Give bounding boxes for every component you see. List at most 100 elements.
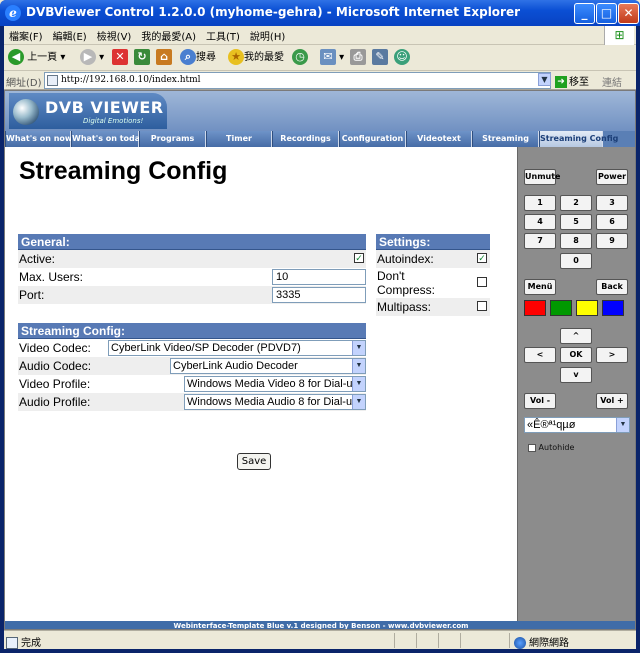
digit-4-button[interactable]: 4 — [524, 214, 556, 230]
menu-edit[interactable]: 編輯(E) — [48, 26, 92, 45]
maximize-button[interactable]: □ — [596, 3, 617, 24]
red-button[interactable] — [524, 300, 546, 316]
streaming-config-heading: Streaming Config: — [18, 323, 366, 339]
left-button[interactable]: < — [524, 347, 556, 363]
max-users-input[interactable]: 10 — [272, 269, 366, 285]
status-divider — [509, 633, 510, 648]
title-bar: e DVBViewer Control 1.2.0.0 (myhome-gehr… — [0, 0, 640, 26]
minimize-button[interactable]: _ — [574, 3, 595, 24]
blue-button[interactable] — [602, 300, 624, 316]
tab-streaming[interactable]: Streaming — [472, 131, 539, 147]
star-icon: ★ — [228, 49, 244, 65]
video-profile-label: Video Profile: — [19, 377, 91, 391]
menu-file[interactable]: 檔案(F) — [4, 26, 48, 45]
menu-help[interactable]: 說明(H) — [245, 26, 290, 45]
search-icon: ⌕ — [180, 49, 196, 65]
autohide-checkbox[interactable] — [528, 443, 536, 452]
zone-label: 網際網路 — [529, 638, 569, 649]
address-bar: 網址(D) http://192.168.0.10/index.html ▼ ➜… — [4, 71, 636, 90]
back-button[interactable]: ◀ 上一頁 ▾ — [8, 48, 65, 68]
home-icon: ⌂ — [156, 49, 172, 65]
video-profile-select[interactable]: Windows Media Video 8 for Dial-u ▼ — [184, 376, 366, 392]
address-dropdown-icon[interactable]: ▼ — [538, 73, 551, 86]
tab-programs[interactable]: Programs — [139, 131, 206, 147]
go-button[interactable]: ➜ 移至 — [555, 73, 589, 88]
address-input[interactable]: http://192.168.0.10/index.html — [44, 72, 551, 89]
chevron-down-icon: ▼ — [352, 377, 365, 391]
stop-button[interactable]: ✕ — [112, 48, 128, 68]
digit-7-button[interactable]: 7 — [524, 233, 556, 249]
status-divider — [438, 633, 439, 648]
edit-button[interactable]: ✎ — [372, 48, 388, 68]
digit-9-button[interactable]: 9 — [596, 233, 628, 249]
digit-1-button[interactable]: 1 — [524, 195, 556, 211]
tab-videotext[interactable]: Videotext — [406, 131, 472, 147]
green-button[interactable] — [550, 300, 572, 316]
tab-recordings[interactable]: Recordings — [272, 131, 339, 147]
address-label: 網址(D) — [6, 78, 42, 89]
address-url: http://192.168.0.10/index.html — [61, 75, 201, 85]
autoindex-row: Autoindex: ✓ — [376, 250, 490, 268]
menu-view[interactable]: 檢視(V) — [92, 26, 137, 45]
tab-streaming-config[interactable]: Streaming Config — [539, 131, 618, 147]
messenger-button[interactable]: ☺ — [394, 48, 410, 68]
tab-whats-on-today[interactable]: What's on today? — [71, 131, 150, 147]
menu-tools[interactable]: 工具(T) — [201, 26, 245, 45]
menu-button[interactable]: Menü — [524, 279, 556, 295]
power-button[interactable]: Power — [596, 169, 628, 185]
general-heading: General: — [18, 234, 366, 250]
links-button[interactable]: 連結 — [602, 74, 622, 89]
autohide-label: Autohide — [538, 443, 575, 452]
refresh-button[interactable]: ↻ — [134, 48, 150, 68]
tab-configuration[interactable]: Configuration — [339, 131, 406, 147]
search-label: 搜尋 — [196, 52, 216, 63]
digit-2-button[interactable]: 2 — [560, 195, 592, 211]
up-button[interactable]: ^ — [560, 328, 592, 344]
vol-down-button[interactable]: Vol - — [524, 393, 556, 409]
channel-select[interactable]: «Ê®ª¹qµø ▼ — [524, 417, 630, 433]
audio-profile-select[interactable]: Windows Media Audio 8 for Dial-u ▼ — [184, 394, 366, 410]
multipass-checkbox[interactable] — [477, 301, 487, 311]
back-remote-button[interactable]: Back — [596, 279, 628, 295]
mail-button[interactable]: ✉ ▾ — [320, 48, 344, 68]
chevron-down-icon: ▼ — [616, 418, 629, 432]
dont-compress-checkbox[interactable] — [477, 277, 487, 287]
forward-button[interactable]: ▶ ▾ — [80, 48, 104, 68]
settings-section: Settings: Autoindex: ✓ Don't Compress: M… — [376, 234, 490, 316]
digit-0-button[interactable]: 0 — [560, 253, 592, 269]
tab-timer[interactable]: Timer — [206, 131, 272, 147]
audio-profile-value: Windows Media Audio 8 for Dial-u — [187, 396, 353, 408]
digit-6-button[interactable]: 6 — [596, 214, 628, 230]
port-input[interactable]: 3335 — [272, 287, 366, 303]
menu-favorites[interactable]: 我的最愛(A) — [136, 26, 201, 45]
unmute-button[interactable]: Unmute — [524, 169, 560, 185]
digit-3-button[interactable]: 3 — [596, 195, 628, 211]
autoindex-checkbox[interactable]: ✓ — [477, 253, 487, 263]
logo-subtitle: Digital Emotions! — [83, 117, 144, 125]
history-button[interactable]: ◷ — [292, 48, 308, 68]
home-button[interactable]: ⌂ — [156, 48, 172, 68]
tab-whats-on-now[interactable]: What's on now? — [5, 131, 77, 147]
close-button[interactable]: ✕ — [618, 3, 639, 24]
port-row: Port: 3335 — [18, 286, 366, 304]
vol-up-button[interactable]: Vol + — [596, 393, 628, 409]
video-codec-select[interactable]: CyberLink Video/SP Decoder (PDVD7) ▼ — [108, 340, 366, 356]
audio-codec-select[interactable]: CyberLink Audio Decoder ▼ — [170, 358, 366, 374]
refresh-icon: ↻ — [134, 49, 150, 65]
save-button[interactable]: Save — [237, 453, 271, 470]
digit-5-button[interactable]: 5 — [560, 214, 592, 230]
search-button[interactable]: ⌕ 搜尋 — [180, 48, 216, 68]
status-divider — [460, 633, 461, 648]
down-button[interactable]: v — [560, 367, 592, 383]
site-header: DVB VIEWER Digital Emotions! — [5, 91, 635, 131]
favorites-button[interactable]: ★ 我的最愛 — [228, 48, 284, 68]
digit-8-button[interactable]: 8 — [560, 233, 592, 249]
yellow-button[interactable] — [576, 300, 598, 316]
dvbviewer-logo[interactable]: DVB VIEWER Digital Emotions! — [9, 93, 167, 129]
ok-button[interactable]: OK — [560, 347, 592, 363]
active-checkbox[interactable]: ✓ — [354, 253, 364, 263]
print-button[interactable]: ⎙ — [350, 48, 366, 68]
right-button[interactable]: > — [596, 347, 628, 363]
dont-compress-row: Don't Compress: — [376, 268, 490, 298]
status-left-label: 完成 — [21, 638, 41, 649]
